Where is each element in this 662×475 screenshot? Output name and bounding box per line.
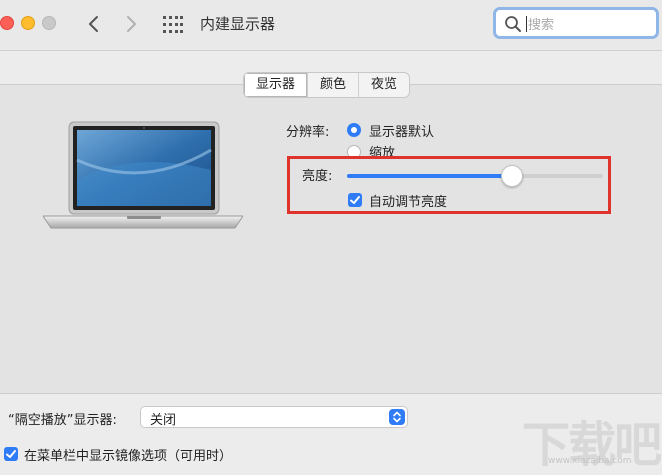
minimize-window-button[interactable] — [21, 16, 35, 30]
brightness-slider-fill — [347, 174, 511, 178]
laptop-illustration — [43, 121, 243, 229]
title-bar: 内建显示器 — [0, 0, 662, 51]
airplay-display-select[interactable]: 关闭 — [140, 406, 408, 428]
tab-display[interactable]: 显示器 — [244, 73, 309, 97]
close-window-button[interactable] — [0, 16, 14, 30]
grid-icon — [163, 16, 183, 33]
resolution-label: 分辨率: — [286, 125, 330, 140]
airplay-display-value: 关闭 — [150, 413, 177, 428]
show-mirroring-checkbox[interactable] — [4, 447, 18, 461]
select-stepper-icon — [389, 409, 405, 425]
back-button[interactable] — [82, 11, 106, 37]
tab-bar: 显示器 颜色 夜览 — [243, 72, 411, 98]
auto-brightness-checkbox[interactable] — [348, 193, 362, 207]
show-all-grid-button[interactable] — [163, 16, 183, 34]
search-input[interactable] — [526, 14, 650, 36]
zoom-window-button[interactable] — [42, 16, 56, 30]
checkmark-icon — [350, 196, 360, 204]
airplay-display-label: “隔空播放”显示器: — [8, 413, 117, 428]
watermark-url: www.xiazaiba.com — [548, 456, 632, 466]
forward-button[interactable] — [119, 11, 143, 37]
text-caret — [526, 16, 527, 32]
brightness-label: 亮度: — [302, 169, 333, 184]
auto-brightness-label[interactable]: 自动调节亮度 — [369, 191, 447, 210]
chevron-left-icon — [89, 16, 98, 32]
chevron-right-icon — [127, 16, 136, 32]
radio-default-resolution[interactable] — [347, 123, 361, 137]
brightness-highlight-box: 亮度: 自动调节亮度 — [287, 156, 611, 214]
option-default-resolution-label[interactable]: 显示器默认 — [369, 121, 434, 140]
search-icon — [505, 16, 521, 32]
brightness-slider-knob[interactable] — [500, 165, 523, 187]
tab-color[interactable]: 颜色 — [308, 73, 360, 97]
show-mirroring-label[interactable]: 在菜单栏中显示镜像选项（可用时） — [24, 445, 232, 464]
brightness-slider[interactable] — [347, 165, 603, 187]
window-title: 内建显示器 — [200, 15, 276, 33]
search-field[interactable] — [493, 7, 659, 39]
checkmark-icon — [6, 450, 16, 458]
tab-night-shift[interactable]: 夜览 — [359, 73, 409, 97]
